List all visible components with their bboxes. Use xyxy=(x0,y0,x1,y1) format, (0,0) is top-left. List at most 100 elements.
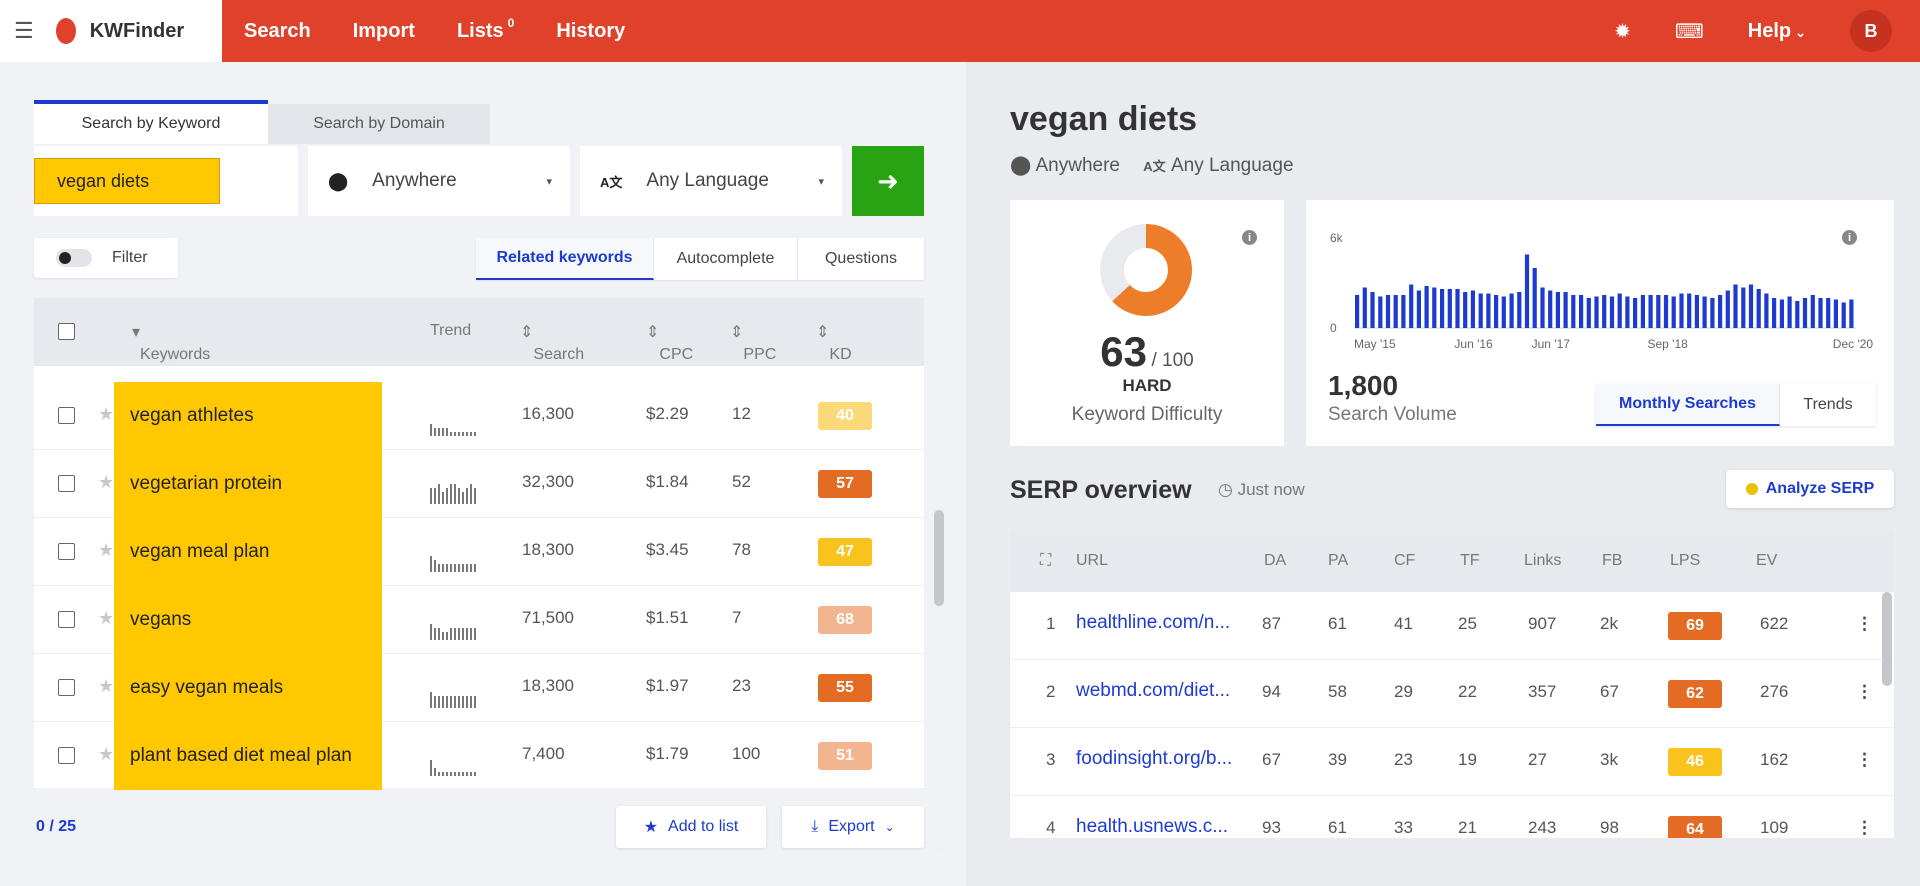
help-menu[interactable]: Help ⌄ xyxy=(1748,20,1806,43)
favorite-star-icon[interactable]: ★ xyxy=(98,540,114,561)
volume-bar xyxy=(1833,299,1838,328)
kd-score: 63 / 100 xyxy=(1010,328,1284,376)
expand-icon[interactable]: ⛶ xyxy=(1040,552,1051,570)
row-checkbox[interactable] xyxy=(58,475,75,492)
nav-lists-label: Lists xyxy=(456,19,504,42)
volume-bar xyxy=(1509,293,1514,328)
keyboard-icon[interactable]: ⌨ xyxy=(1675,19,1704,44)
table-row[interactable]: ★ plant based diet meal plan 7,400 $1.79 100… xyxy=(34,722,924,790)
search-volume-caption: Search Volume xyxy=(1328,404,1457,425)
scrollbar-thumb[interactable] xyxy=(934,510,944,606)
favorite-star-icon[interactable]: ★ xyxy=(98,676,114,697)
search-cell: 71,500 xyxy=(522,608,574,627)
cpc-cell: $3.45 xyxy=(646,540,689,559)
more-options-icon[interactable]: ⋮ xyxy=(1856,682,1873,702)
settings-bug-icon[interactable]: ✹ xyxy=(1614,19,1631,44)
filter-label: Filter xyxy=(112,249,148,266)
filter-toggle[interactable]: Filter xyxy=(34,238,178,278)
tab-related-keywords[interactable]: Related keywords xyxy=(476,238,654,280)
tab-questions[interactable]: Questions xyxy=(798,238,924,280)
nav-lists[interactable]: Lists 0 xyxy=(456,16,514,43)
y-tick-label: 0 xyxy=(1330,321,1337,335)
more-options-icon[interactable]: ⋮ xyxy=(1856,614,1873,634)
tab-autocomplete[interactable]: Autocomplete xyxy=(654,238,798,280)
serp-fb-cell: 98 xyxy=(1600,818,1619,837)
keyword-cell[interactable]: vegans xyxy=(114,586,382,654)
table-row[interactable]: ★ vegans 71,500 $1.51 7 68 xyxy=(34,586,924,654)
keyword-cell[interactable]: easy vegan meals xyxy=(114,654,382,722)
volume-bar xyxy=(1802,298,1808,328)
row-checkbox[interactable] xyxy=(58,747,75,764)
toggle-switch[interactable] xyxy=(56,249,92,267)
table-row[interactable]: ★ vegetarian protein 32,300 $1.84 52 57 xyxy=(34,450,924,518)
favorite-star-icon[interactable]: ★ xyxy=(98,472,114,493)
volume-bar xyxy=(1772,298,1777,328)
table-row[interactable]: ★ easy vegan meals 18,300 $1.97 23 55 xyxy=(34,654,924,722)
favorite-star-icon[interactable]: ★ xyxy=(98,608,114,629)
header-url: URL xyxy=(1076,552,1109,569)
more-options-icon[interactable]: ⋮ xyxy=(1856,818,1873,838)
row-checkbox[interactable] xyxy=(58,611,75,628)
serp-url-cell[interactable]: healthline.com/n... xyxy=(1076,612,1230,634)
serp-row[interactable]: 2 webmd.com/diet... 94 58 29 22 357 67 276 62 ⋮ xyxy=(1010,660,1894,728)
row-checkbox[interactable] xyxy=(58,543,75,560)
add-to-list-button[interactable]: ★ Add to list xyxy=(616,806,766,848)
keyword-difficulty-card: i 63 / 100 HARD Keyword Difficulty xyxy=(1010,200,1284,446)
analyze-serp-button[interactable]: Analyze SERP xyxy=(1726,470,1894,508)
serp-row[interactable]: 3 foodinsight.org/b... 67 39 23 19 27 3k 162 46 ⋮ xyxy=(1010,728,1894,796)
info-icon[interactable]: i xyxy=(1242,230,1257,245)
row-checkbox[interactable] xyxy=(58,679,75,696)
trend-bar xyxy=(470,484,472,504)
chevron-down-icon: ⌄ xyxy=(884,820,895,834)
serp-tf-cell: 25 xyxy=(1458,614,1477,633)
serp-row[interactable]: 1 healthline.com/n... 87 61 41 25 907 2k 622 69 ⋮ xyxy=(1010,592,1894,660)
header-cpc[interactable]: ⇕ CPC xyxy=(646,322,693,363)
serp-url-cell[interactable]: webmd.com/diet... xyxy=(1076,680,1230,702)
volume-bar xyxy=(1370,292,1375,328)
trend-bar xyxy=(438,696,440,708)
ppc-cell: 78 xyxy=(732,540,751,559)
tab-monthly-searches[interactable]: Monthly Searches xyxy=(1596,384,1780,426)
more-options-icon[interactable]: ⋮ xyxy=(1856,750,1873,770)
trend-sparkline xyxy=(430,544,490,572)
favorite-star-icon[interactable]: ★ xyxy=(98,404,114,425)
nav-import[interactable]: Import xyxy=(353,20,415,43)
lps-badge: 46 xyxy=(1668,748,1722,776)
serp-url-cell[interactable]: health.usnews.c... xyxy=(1076,816,1228,838)
export-button[interactable]: ⤓ Export ⌄ xyxy=(782,806,924,848)
select-all-checkbox[interactable] xyxy=(58,323,75,340)
serp-row[interactable]: 4 health.usnews.c... 93 61 33 21 243 98 109 64 ⋮ xyxy=(1010,796,1894,838)
favorite-star-icon[interactable]: ★ xyxy=(98,744,114,765)
keyword-input[interactable]: vegan diets xyxy=(34,146,298,216)
hamburger-menu-icon[interactable]: ☰ xyxy=(14,18,34,44)
serp-url-cell[interactable]: foodinsight.org/b... xyxy=(1076,748,1232,770)
serp-fb-cell: 2k xyxy=(1600,614,1618,633)
keyword-cell[interactable]: plant based diet meal plan xyxy=(114,722,382,790)
volume-bar xyxy=(1718,295,1723,328)
trend-bar xyxy=(446,696,448,708)
header-ppc[interactable]: ⇕ PPC xyxy=(730,322,776,363)
table-row[interactable]: ★ vegan meal plan 18,300 $3.45 78 47 xyxy=(34,518,924,586)
header-search[interactable]: ⇕ Search xyxy=(520,322,584,363)
tab-trends[interactable]: Trends xyxy=(1780,384,1876,426)
header-keywords[interactable]: ▾ Keywords xyxy=(132,322,210,363)
result-type-tabs: Related keywords Autocomplete Questions xyxy=(476,238,924,280)
keyword-cell[interactable]: vegan meal plan xyxy=(114,518,382,586)
location-dropdown[interactable]: ⬤ Anywhere ▾ xyxy=(308,146,570,216)
tab-search-by-keyword[interactable]: Search by Keyword xyxy=(34,100,268,144)
language-dropdown[interactable]: A文 Any Language ▾ xyxy=(580,146,842,216)
header-kd[interactable]: ⇕ KD xyxy=(816,322,852,363)
table-row[interactable]: ★ vegan athletes 16,300 $2.29 12 40 xyxy=(34,382,924,450)
brand-name[interactable]: KWFinder xyxy=(90,20,184,43)
keyword-cell[interactable]: vegetarian protein xyxy=(114,450,382,518)
selected-count: 0 / 25 xyxy=(36,818,77,835)
nav-history[interactable]: History xyxy=(556,20,625,43)
user-avatar[interactable]: B xyxy=(1850,10,1892,52)
search-submit-button[interactable]: ➜ xyxy=(852,146,924,216)
nav-search[interactable]: Search xyxy=(244,20,311,43)
keyword-cell[interactable]: vegan athletes xyxy=(114,382,382,450)
scrollbar-track[interactable] xyxy=(934,366,944,852)
row-checkbox[interactable] xyxy=(58,407,75,424)
serp-scrollbar-thumb[interactable] xyxy=(1882,592,1892,686)
tab-search-by-domain[interactable]: Search by Domain xyxy=(268,104,490,144)
